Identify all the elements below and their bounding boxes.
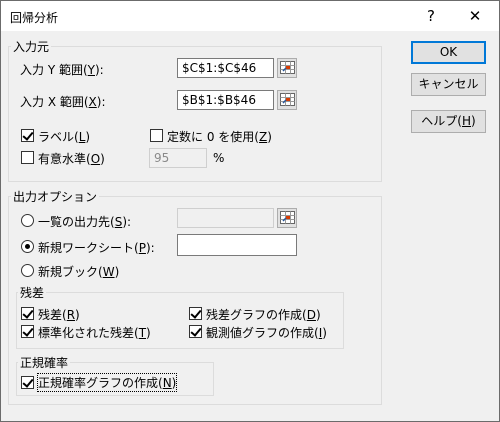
help-icon[interactable]: ? bbox=[409, 1, 453, 31]
new-workbook-label[interactable]: 新規ブック(W) bbox=[38, 263, 119, 280]
y-range-label: 入力 Y 範囲(Y): bbox=[20, 63, 104, 77]
residuals-group-label: 残差 bbox=[18, 284, 47, 301]
line-fit-plots-label[interactable]: 観測値グラフの作成(I) bbox=[206, 324, 327, 341]
residual-plots-checkbox[interactable] bbox=[189, 307, 202, 320]
normal-probability-plots-label[interactable]: 正規確率グラフの作成(N) bbox=[36, 373, 178, 392]
title-bar: 回帰分析 ? ✕ bbox=[1, 1, 499, 31]
cancel-button[interactable]: キャンセル bbox=[411, 73, 486, 96]
regression-dialog: 回帰分析 ? ✕ 入力元 入力 Y 範囲(Y): $C$1:$C$46 入力 X… bbox=[0, 0, 500, 422]
output-range-label[interactable]: 一覧の出力先(S): bbox=[38, 213, 131, 230]
new-worksheet-input[interactable] bbox=[177, 234, 297, 256]
range-picker-icon bbox=[280, 211, 295, 224]
range-picker-icon bbox=[280, 61, 295, 74]
x-range-picker-button[interactable] bbox=[277, 90, 297, 110]
new-worksheet-label[interactable]: 新規ワークシート(P): bbox=[38, 239, 155, 256]
constant-zero-checkbox[interactable] bbox=[150, 129, 163, 142]
confidence-level-label[interactable]: 有意水準(O) bbox=[38, 150, 105, 167]
output-group-label: 出力オプション bbox=[11, 188, 100, 205]
x-range-label: 入力 X 範囲(X): bbox=[20, 95, 106, 109]
normal-probability-plots-checkbox[interactable] bbox=[21, 376, 34, 389]
ok-button[interactable]: OK bbox=[411, 41, 486, 64]
new-worksheet-radio[interactable] bbox=[21, 240, 34, 253]
residuals-label[interactable]: 残差(R) bbox=[38, 306, 80, 323]
residuals-checkbox[interactable] bbox=[21, 307, 34, 320]
output-range-radio[interactable] bbox=[21, 214, 34, 227]
y-range-input[interactable]: $C$1:$C$46 bbox=[177, 58, 274, 78]
confidence-level-checkbox[interactable] bbox=[21, 151, 34, 164]
labels-checkbox[interactable] bbox=[21, 129, 34, 142]
line-fit-plots-checkbox[interactable] bbox=[189, 325, 202, 338]
confidence-level-input[interactable]: 95 bbox=[149, 148, 207, 168]
y-range-picker-button[interactable] bbox=[277, 58, 297, 78]
help-button[interactable]: ヘルプ(H) bbox=[411, 110, 486, 133]
residual-plots-label[interactable]: 残差グラフの作成(D) bbox=[206, 306, 321, 323]
output-range-picker-button[interactable] bbox=[277, 208, 297, 228]
constant-zero-label[interactable]: 定数に 0 を使用(Z) bbox=[167, 128, 272, 145]
labels-label[interactable]: ラベル(L) bbox=[38, 128, 90, 145]
new-workbook-radio[interactable] bbox=[21, 264, 34, 277]
close-icon[interactable]: ✕ bbox=[453, 1, 497, 31]
x-range-input[interactable]: $B$1:$B$46 bbox=[177, 90, 274, 110]
standardized-residuals-label[interactable]: 標準化された残差(T) bbox=[38, 324, 151, 341]
dialog-title: 回帰分析 bbox=[10, 11, 59, 25]
percent-sign: % bbox=[213, 151, 225, 165]
input-group-label: 入力元 bbox=[11, 38, 52, 55]
output-range-input[interactable] bbox=[177, 208, 274, 228]
range-picker-icon bbox=[280, 93, 295, 106]
standardized-residuals-checkbox[interactable] bbox=[21, 325, 34, 338]
normal-probability-group-label: 正規確率 bbox=[18, 354, 71, 371]
